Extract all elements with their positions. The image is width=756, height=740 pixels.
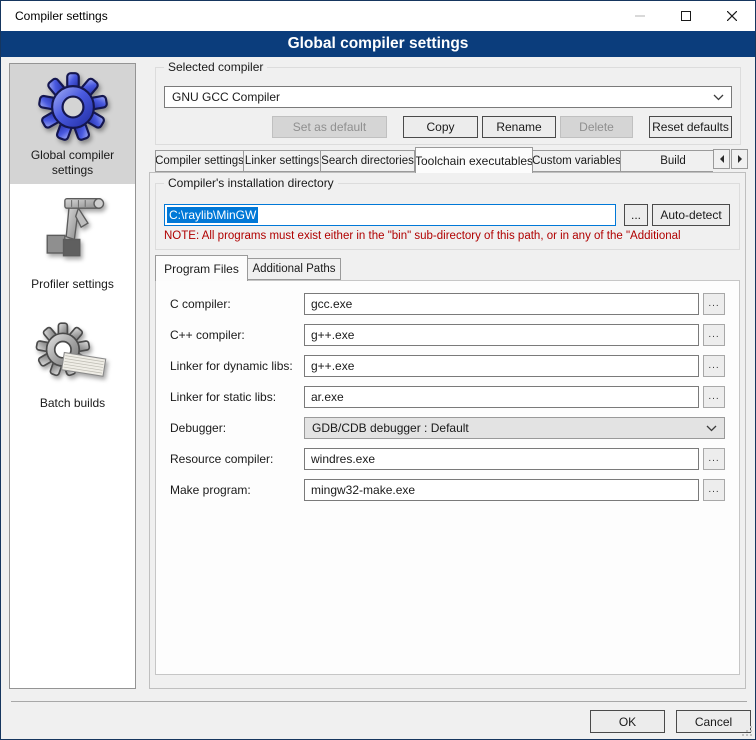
- sidebar-item-label: Profiler settings: [31, 277, 114, 291]
- gear-blue-icon: [37, 71, 109, 143]
- window-title: Compiler settings: [15, 1, 108, 31]
- linker-for-dynamic-libs-browse-button[interactable]: ...: [703, 355, 725, 377]
- batch-gear-icon: [34, 317, 112, 391]
- c-compiler-input[interactable]: g++.exe: [304, 324, 699, 346]
- copy-button[interactable]: Copy: [403, 116, 478, 138]
- tab-scroll-right-button[interactable]: [731, 149, 748, 169]
- field-value: GDB/CDB debugger : Default: [312, 421, 706, 435]
- field-value: gcc.exe: [311, 297, 352, 311]
- caliper-icon: [39, 196, 107, 272]
- minimize-button[interactable]: [617, 1, 663, 31]
- c-compiler-browse-button[interactable]: ...: [703, 324, 725, 346]
- resize-grip-icon: [742, 726, 752, 736]
- c-compiler-input[interactable]: gcc.exe: [304, 293, 699, 315]
- field-label: Make program:: [170, 483, 304, 497]
- tab-scroll-left-button[interactable]: [713, 149, 730, 169]
- debugger-select[interactable]: GDB/CDB debugger : Default: [304, 417, 725, 439]
- field-value: g++.exe: [311, 359, 354, 373]
- tab-search-directories[interactable]: Search directories: [321, 150, 415, 172]
- sidebar-item-global-compiler-settings[interactable]: Global compiler settings: [10, 64, 135, 184]
- field-label: Linker for dynamic libs:: [170, 359, 304, 373]
- tab-scrollers: [713, 149, 748, 169]
- tab-program-files[interactable]: Program Files: [155, 255, 248, 281]
- installation-directory-row: C:\raylib\MinGW ... Auto-detect: [164, 204, 731, 226]
- field-row-linker-for-dynamic-libs: Linker for dynamic libs: g++.exe...: [170, 355, 725, 377]
- compiler-actions-row: Set as default CopyRenameDelete Reset defa…: [164, 116, 732, 138]
- field-label: Resource compiler:: [170, 452, 304, 466]
- settings-category-sidebar: Global compiler settings Profiler settin…: [9, 63, 136, 689]
- field-label: C compiler:: [170, 297, 304, 311]
- field-label: Debugger:: [170, 421, 304, 435]
- compiler-settings-window: Compiler settings Global compiler settin…: [0, 0, 756, 740]
- rename-button[interactable]: Rename: [482, 116, 556, 138]
- installation-directory-group: Compiler's installation directory C:\ray…: [155, 183, 740, 250]
- minimize-icon: [635, 11, 645, 21]
- delete-button[interactable]: Delete: [560, 116, 633, 138]
- program-files-panel: C compiler: gcc.exe... C++ compiler: g++.ex…: [155, 280, 740, 675]
- installation-directory-browse-button[interactable]: ...: [624, 204, 648, 226]
- sidebar-item-batch-builds[interactable]: Batch builds: [10, 304, 135, 424]
- resource-compiler-browse-button[interactable]: ...: [703, 448, 725, 470]
- resize-grip[interactable]: [742, 726, 752, 736]
- field-row-make-program: Make program: mingw32-make.exe...: [170, 479, 725, 501]
- triangle-right-icon: [736, 155, 744, 163]
- chevron-down-icon: [713, 94, 724, 101]
- triangle-left-icon: [718, 155, 726, 163]
- caption-buttons: [617, 1, 755, 31]
- bin-subdirectory-note: NOTE: All programs must exist either in …: [164, 230, 731, 242]
- field-value: mingw32-make.exe: [311, 483, 415, 497]
- dialog-header-title: Global compiler settings: [1, 31, 755, 57]
- field-value: ar.exe: [311, 390, 344, 404]
- maximize-button[interactable]: [663, 1, 709, 31]
- close-icon: [727, 11, 737, 21]
- titlebar: Compiler settings: [1, 1, 755, 31]
- footer-divider: [11, 701, 747, 702]
- field-value: windres.exe: [311, 452, 375, 466]
- close-button[interactable]: [709, 1, 755, 31]
- cancel-button[interactable]: Cancel: [676, 710, 751, 733]
- tab-build[interactable]: Build: [621, 150, 713, 172]
- field-row-debugger: Debugger: GDB/CDB debugger : Default: [170, 417, 725, 439]
- auto-detect-button[interactable]: Auto-detect: [652, 204, 730, 226]
- field-value: g++.exe: [311, 328, 354, 342]
- make-program-browse-button[interactable]: ...: [703, 479, 725, 501]
- program-files-tabs: Program FilesAdditional Paths: [155, 254, 555, 281]
- field-label: Linker for static libs:: [170, 390, 304, 404]
- installation-directory-group-label: Compiler's installation directory: [164, 176, 338, 190]
- c-compiler-browse-button[interactable]: ...: [703, 293, 725, 315]
- tab-additional-paths[interactable]: Additional Paths: [248, 258, 341, 280]
- sidebar-item-profiler-settings[interactable]: Profiler settings: [10, 184, 135, 304]
- maximize-icon: [681, 11, 691, 21]
- selected-compiler-group-label: Selected compiler: [164, 60, 267, 74]
- make-program-input[interactable]: mingw32-make.exe: [304, 479, 699, 501]
- linker-for-dynamic-libs-input[interactable]: g++.exe: [304, 355, 699, 377]
- resource-compiler-input[interactable]: windres.exe: [304, 448, 699, 470]
- set-as-default-button[interactable]: Set as default: [272, 116, 387, 138]
- installation-directory-input[interactable]: C:\raylib\MinGW: [164, 204, 616, 226]
- tab-compiler-settings[interactable]: Compiler settings: [155, 150, 244, 172]
- tab-linker-settings[interactable]: Linker settings: [244, 150, 321, 172]
- linker-for-static-libs-input[interactable]: ar.exe: [304, 386, 699, 408]
- tab-toolchain-executables[interactable]: Toolchain executables: [415, 147, 533, 173]
- field-row-resource-compiler: Resource compiler: windres.exe...: [170, 448, 725, 470]
- reset-defaults-button[interactable]: Reset defaults: [649, 116, 732, 138]
- tab-custom-variables[interactable]: Custom variables: [533, 150, 621, 172]
- selected-compiler-combobox[interactable]: GNU GCC Compiler: [164, 86, 732, 108]
- sidebar-item-label: Global compiler settings: [12, 148, 133, 177]
- field-label: C++ compiler:: [170, 328, 304, 342]
- installation-directory-value: C:\raylib\MinGW: [167, 207, 258, 223]
- chevron-down-icon: [706, 425, 717, 432]
- linker-for-static-libs-browse-button[interactable]: ...: [703, 386, 725, 408]
- field-row-linker-for-static-libs: Linker for static libs: ar.exe...: [170, 386, 725, 408]
- ok-button[interactable]: OK: [590, 710, 665, 733]
- selected-compiler-group: Selected compiler GNU GCC Compiler Set a…: [155, 67, 741, 145]
- selected-compiler-value: GNU GCC Compiler: [172, 90, 713, 104]
- settings-tabs: Compiler settingsLinker settingsSearch d…: [155, 146, 713, 173]
- field-row-c-compiler: C compiler: gcc.exe...: [170, 293, 725, 315]
- field-row-c-compiler: C++ compiler: g++.exe...: [170, 324, 725, 346]
- sidebar-item-label: Batch builds: [40, 396, 105, 410]
